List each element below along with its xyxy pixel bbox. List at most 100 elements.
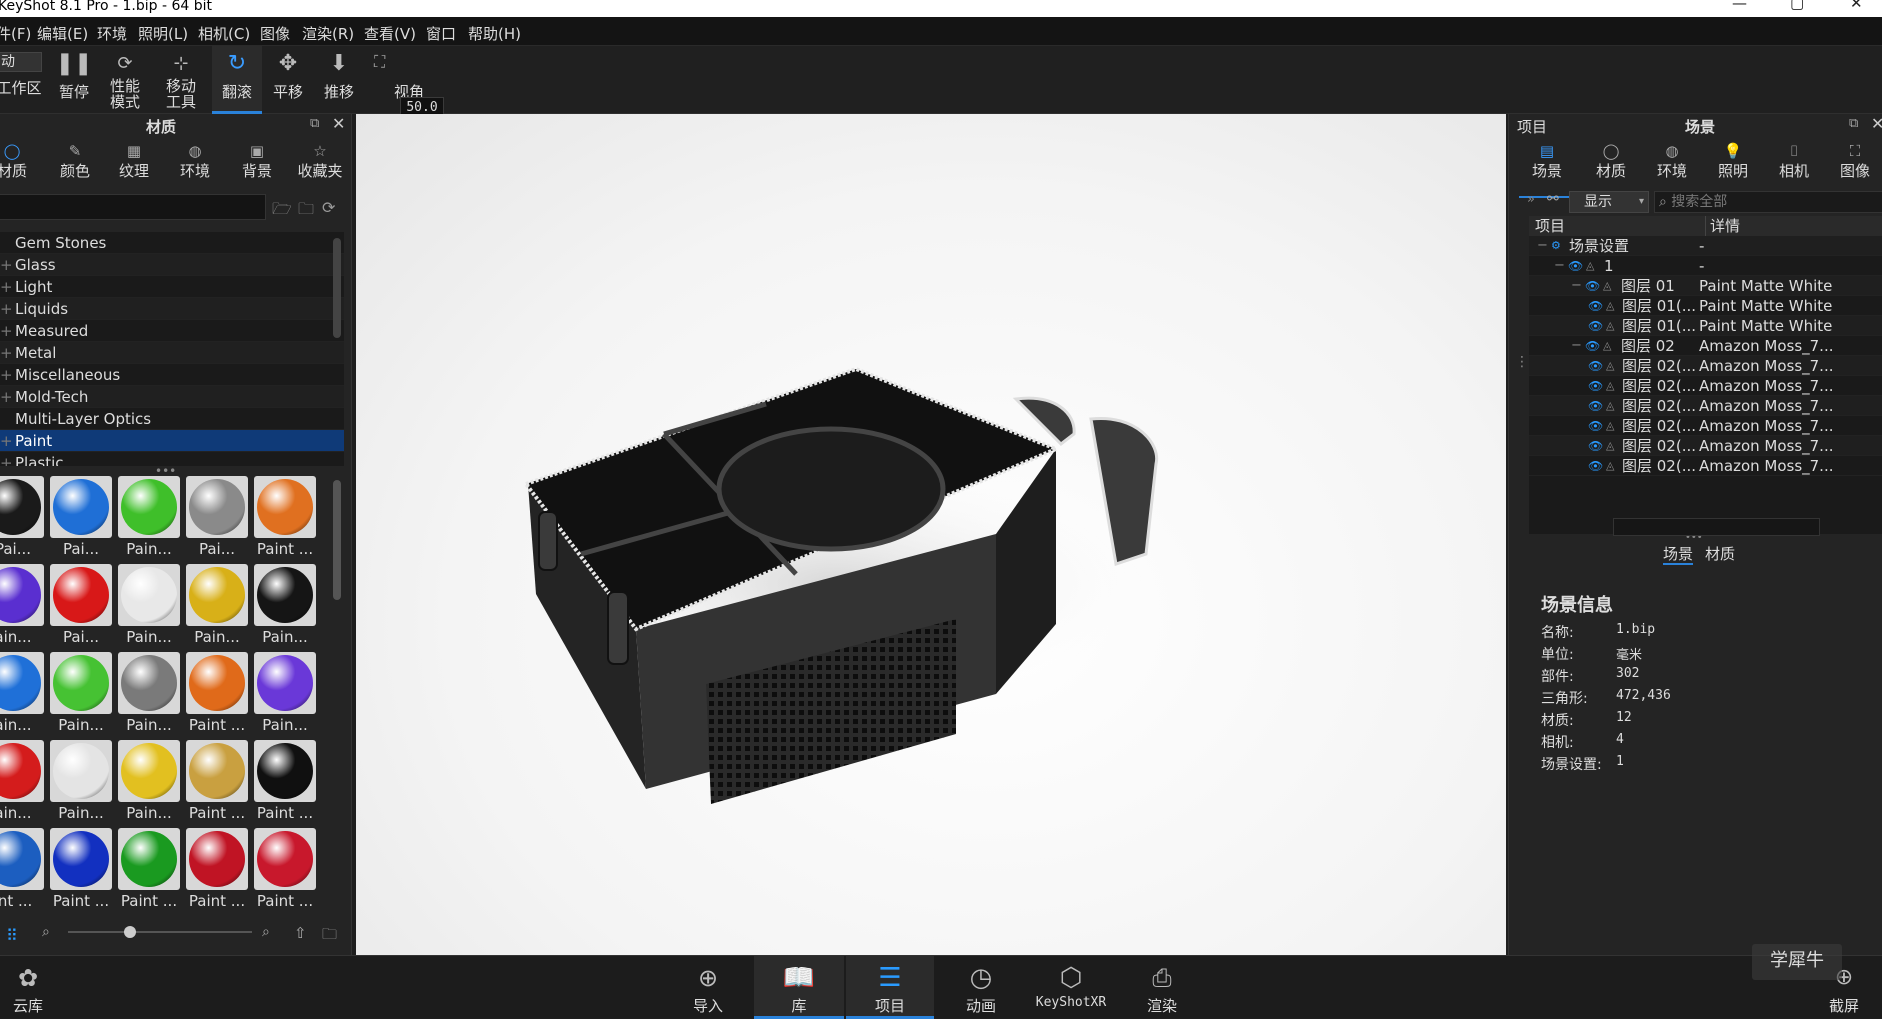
list-item[interactable]: + Measured bbox=[0, 320, 344, 342]
material-swatch[interactable]: int ... bbox=[0, 826, 46, 912]
material-swatch[interactable]: Paint ... bbox=[48, 826, 114, 912]
tumble-button[interactable]: ↻ 翻滚 bbox=[212, 46, 262, 114]
list-item-selected[interactable]: + Paint bbox=[0, 430, 344, 452]
material-swatch[interactable]: Paint ... bbox=[252, 738, 318, 826]
expand-icon[interactable]: + bbox=[0, 320, 13, 342]
move-tool-button[interactable]: ⊹ 移动 工具 bbox=[156, 46, 206, 114]
info-value[interactable]: 1.bip bbox=[1616, 622, 1655, 637]
menu-image[interactable]: 图像 bbox=[260, 23, 290, 44]
folder-add-icon[interactable]: 🗀 bbox=[298, 198, 314, 225]
tab-colors[interactable]: ✎ 颜色 bbox=[46, 136, 104, 198]
material-swatch[interactable]: Pain... bbox=[48, 650, 114, 738]
dolly-button[interactable]: ⬇ 推移 bbox=[318, 46, 360, 114]
material-swatch[interactable]: Pain... bbox=[252, 562, 318, 650]
list-item[interactable]: + Mold-Tech bbox=[0, 386, 344, 408]
folder-icon[interactable]: 🗀 bbox=[322, 924, 337, 949]
list-item[interactable]: + Glass bbox=[0, 254, 344, 276]
list-item[interactable]: + Metal bbox=[0, 342, 344, 364]
display-filter-dropdown[interactable]: 显示 ▾ bbox=[1569, 191, 1649, 213]
column-detail[interactable]: 详情 bbox=[1705, 216, 1740, 236]
expand-icon[interactable]: + bbox=[0, 276, 13, 298]
project-panel-tab[interactable]: 项目 bbox=[1517, 116, 1547, 138]
float-panel-icon[interactable]: ⧉ bbox=[1849, 116, 1858, 131]
expand-all-icon[interactable]: » bbox=[1527, 192, 1535, 207]
material-swatch[interactable]: Pain... bbox=[252, 650, 318, 738]
project-button[interactable]: ☰ 项目 bbox=[846, 956, 934, 1019]
slider-knob[interactable] bbox=[124, 926, 136, 938]
tab-environments[interactable]: ◍ 环境 bbox=[164, 136, 226, 198]
list-item[interactable]: Gem Stones bbox=[0, 232, 344, 254]
tab-favorites[interactable]: ☆ 收藏夹 bbox=[288, 136, 352, 198]
visibility-eye-icon[interactable]: 👁 bbox=[1588, 416, 1603, 436]
material-swatch[interactable]: Pai... bbox=[48, 562, 114, 650]
tree-row[interactable]: 👁 ◬ 图层 01(... Paint Matte White bbox=[1529, 296, 1882, 316]
zoom-out-icon[interactable]: ⌕ bbox=[42, 924, 50, 940]
close-icon[interactable]: ✕ bbox=[1850, 0, 1863, 11]
tab-scene[interactable]: ▤ 场景 bbox=[1519, 136, 1575, 198]
tree-row[interactable]: − 👁 ◬ 图层 02 Amazon Moss_7... bbox=[1529, 336, 1882, 356]
material-swatch[interactable]: Paint ... bbox=[184, 738, 250, 826]
tree-row[interactable]: − 👁 ◬ 图层 01 Paint Matte White bbox=[1529, 276, 1882, 296]
tree-row[interactable]: 👁 ◬ 图层 02(... Amazon Moss_7... bbox=[1529, 396, 1882, 416]
material-swatch[interactable]: ain... bbox=[0, 562, 46, 650]
menu-camera[interactable]: 相机(C) bbox=[198, 23, 250, 44]
material-swatch[interactable]: Pain... bbox=[116, 650, 182, 738]
panel-splitter-icon[interactable]: ⋮ bbox=[1515, 354, 1529, 370]
tree-row[interactable]: 👁 ◬ 图层 02(... Amazon Moss_7... bbox=[1529, 436, 1882, 456]
collapse-icon[interactable]: − bbox=[1571, 276, 1582, 296]
render-viewport[interactable] bbox=[356, 114, 1506, 955]
menu-view[interactable]: 查看(V) bbox=[364, 23, 416, 44]
pause-button[interactable]: ❚❚ 暂停 bbox=[52, 46, 96, 114]
collapse-icon[interactable]: − bbox=[1554, 256, 1565, 276]
render-button[interactable]: ⎙ 渲染 bbox=[1140, 956, 1184, 1019]
tab-backplates[interactable]: ▣ 背景 bbox=[226, 136, 288, 198]
expand-icon[interactable]: + bbox=[0, 254, 13, 276]
column-item[interactable]: 项目 bbox=[1535, 216, 1565, 236]
material-swatch[interactable]: Pai... bbox=[0, 474, 46, 562]
visibility-eye-icon[interactable]: 👁 bbox=[1588, 456, 1603, 476]
material-swatch[interactable]: ain... bbox=[0, 738, 46, 826]
expand-icon[interactable]: + bbox=[0, 452, 13, 466]
material-swatch[interactable]: ain... bbox=[0, 650, 46, 738]
menu-render[interactable]: 渲染(R) bbox=[302, 23, 354, 44]
visibility-eye-icon[interactable]: 👁 bbox=[1588, 376, 1603, 396]
maximize-icon[interactable]: ▢ bbox=[1790, 0, 1804, 11]
upload-icon[interactable]: ⇧ bbox=[294, 924, 307, 942]
collapse-icon[interactable]: − bbox=[1537, 236, 1548, 256]
tab-camera[interactable]: ⌷ 相机 bbox=[1763, 136, 1825, 198]
visibility-eye-icon[interactable]: 👁 bbox=[1585, 336, 1600, 356]
material-swatch[interactable]: Paint ... bbox=[184, 826, 250, 912]
tree-row[interactable]: − ⚙ 场景设置 - bbox=[1529, 236, 1882, 256]
menu-edit[interactable]: 编辑(E) bbox=[37, 23, 88, 44]
material-swatch[interactable]: Pain... bbox=[116, 738, 182, 826]
subtab-scene[interactable]: 场景 bbox=[1663, 543, 1694, 565]
tab-materials[interactable]: ◯ 材质 bbox=[0, 136, 38, 198]
animation-button[interactable]: ◷ 动画 bbox=[956, 956, 1006, 1019]
expand-icon[interactable]: + bbox=[0, 430, 13, 452]
cloud-library-button[interactable]: ✿ 云库 bbox=[6, 956, 50, 1019]
menu-file[interactable]: 件(F) bbox=[0, 23, 31, 44]
material-swatch[interactable]: Paint ... bbox=[252, 474, 318, 562]
scene-name-field[interactable] bbox=[1613, 518, 1820, 536]
pan-button[interactable]: ✥ 平移 bbox=[268, 46, 308, 114]
library-search-input[interactable] bbox=[0, 194, 266, 220]
menu-help[interactable]: 帮助(H) bbox=[468, 23, 521, 44]
list-item[interactable]: Multi-Layer Optics bbox=[0, 408, 344, 430]
tab-textures[interactable]: ▦ 纹理 bbox=[104, 136, 164, 198]
menu-window[interactable]: 窗口 bbox=[426, 23, 456, 44]
tree-row[interactable]: − 👁 ◬ 1 - bbox=[1529, 256, 1882, 276]
menu-environment[interactable]: 环境 bbox=[97, 23, 127, 44]
material-swatch[interactable]: Pain... bbox=[48, 738, 114, 826]
material-swatch[interactable]: Paint ... bbox=[184, 650, 250, 738]
expand-icon[interactable]: + bbox=[0, 386, 13, 408]
workspace-select[interactable]: 动 bbox=[0, 52, 42, 72]
thumbnail-size-slider[interactable] bbox=[68, 931, 252, 933]
performance-mode-button[interactable]: ⟳ 性能 模式 bbox=[102, 46, 148, 114]
float-panel-icon[interactable]: ⧉ bbox=[310, 116, 319, 131]
visibility-eye-icon[interactable]: 👁 bbox=[1568, 256, 1583, 276]
tab-environment[interactable]: ◍ 环境 bbox=[1641, 136, 1703, 198]
folder-open-icon[interactable]: 🗁 bbox=[272, 198, 292, 225]
zoom-in-icon[interactable]: ⌕ bbox=[262, 924, 270, 940]
import-button[interactable]: ⊕ 导入 bbox=[684, 956, 732, 1019]
tree-row[interactable]: 👁 ◬ 图层 01(... Paint Matte White bbox=[1529, 316, 1882, 336]
